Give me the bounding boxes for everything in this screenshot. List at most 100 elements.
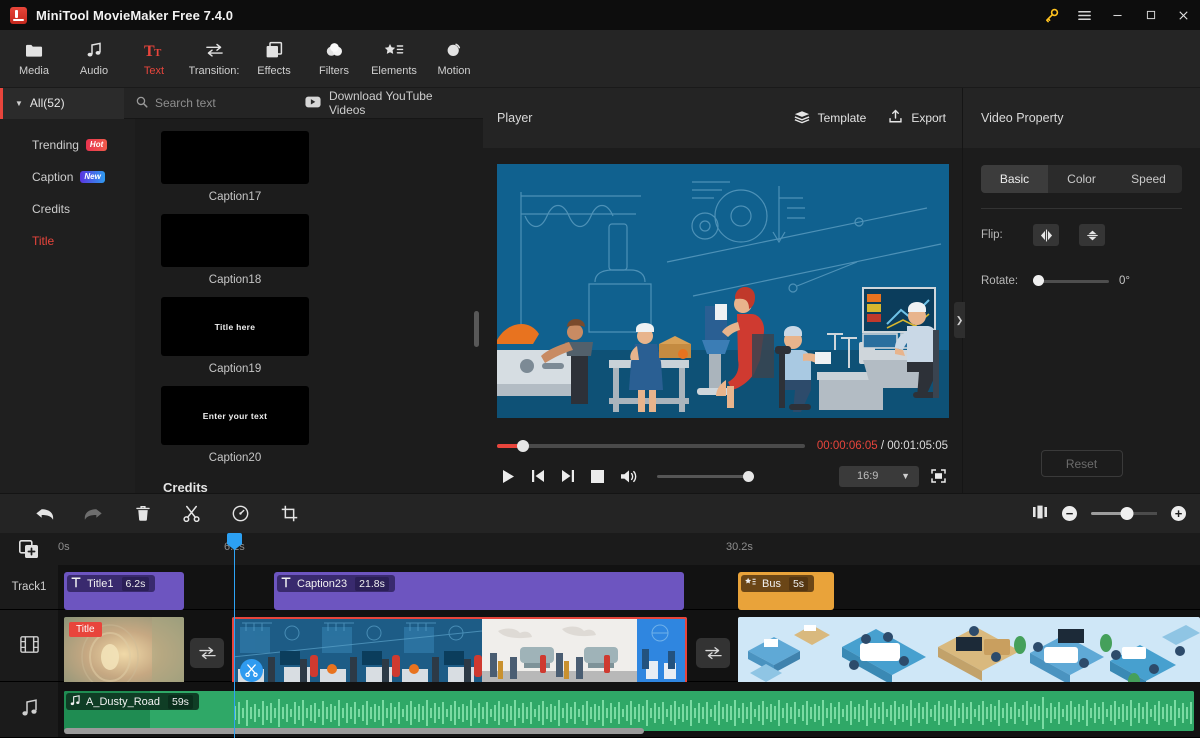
playback-progress-bar[interactable]	[497, 440, 805, 452]
timeline-clip-bus[interactable]: Bus 5s	[738, 572, 834, 610]
tab-motion-label: Motion	[437, 65, 471, 77]
track-row-text: Track1 Title1 6.2s Caption23 21.8s Bus 5…	[0, 565, 1200, 611]
video-preview[interactable]	[496, 163, 949, 418]
aspect-ratio-select-wrap: 16:9 ▼	[839, 465, 919, 487]
next-frame-button[interactable]	[561, 469, 575, 483]
template-card[interactable]: Caption18	[161, 214, 309, 286]
fullscreen-button[interactable]	[931, 469, 946, 483]
aspect-ratio-select[interactable]: 16:9	[839, 465, 919, 487]
library-scrollbar[interactable]	[474, 311, 479, 347]
search-box[interactable]	[124, 96, 305, 111]
delete-button[interactable]	[118, 494, 167, 534]
split-button[interactable]	[167, 494, 216, 534]
library-all-dropdown[interactable]: ▼ All(52)	[0, 87, 124, 119]
fit-timeline-icon[interactable]	[1032, 505, 1048, 522]
tab-color[interactable]: Color	[1048, 165, 1115, 193]
crop-button[interactable]	[265, 494, 314, 534]
download-youtube-button[interactable]: Download YouTube Videos	[305, 89, 483, 117]
template-button[interactable]: Template	[794, 110, 867, 127]
sidebar-item-credits[interactable]: Credits	[0, 193, 135, 225]
track-body-video[interactable]: Title	[58, 610, 1200, 692]
export-button[interactable]: Export	[888, 109, 946, 127]
template-thumbnail: Enter your text	[161, 386, 309, 445]
stop-button[interactable]	[591, 469, 604, 483]
property-panel-body: Basic Color Speed Flip: Rotate: 0°	[963, 148, 1200, 450]
minimize-icon[interactable]	[1101, 0, 1134, 30]
volume-slider[interactable]	[657, 470, 754, 482]
template-thumbnail	[161, 131, 309, 184]
player-header: Player Template Export	[483, 88, 962, 148]
film-strip-icon	[19, 635, 39, 656]
speed-button[interactable]	[216, 494, 265, 534]
tab-speed[interactable]: Speed	[1115, 165, 1182, 193]
timeline-clip-title1[interactable]: Title1 6.2s	[64, 572, 184, 610]
rotate-knob[interactable]	[1033, 275, 1044, 286]
template-button-label: Template	[817, 111, 867, 125]
search-input[interactable]	[154, 96, 305, 110]
redo-button[interactable]	[69, 494, 118, 534]
track-row-video: Title	[0, 610, 1200, 692]
layers-stack-icon	[794, 110, 810, 127]
zoom-out-button[interactable]: −	[1062, 506, 1077, 521]
youtube-download-icon	[305, 96, 321, 111]
menu-icon[interactable]	[1068, 0, 1101, 30]
player-progress-area: 00:00:06:05 / 00:01:05:05 16:9 ▼	[483, 433, 962, 493]
zoom-in-button[interactable]: +	[1171, 506, 1186, 521]
add-media-button[interactable]	[0, 533, 58, 565]
tab-basic[interactable]: Basic	[981, 165, 1048, 193]
flip-horizontal-icon[interactable]	[1033, 224, 1059, 246]
sidebar-item-credits-label: Credits	[32, 202, 71, 216]
sidebar-item-caption[interactable]: Caption New	[0, 161, 135, 193]
timeline-clip-video-1[interactable]: Title	[64, 617, 184, 692]
clip-title: Caption23	[297, 577, 348, 590]
transition-button-2[interactable]	[696, 638, 730, 669]
maximize-icon[interactable]	[1134, 0, 1167, 30]
tab-text[interactable]: TT Text	[124, 33, 184, 85]
sidebar-item-title[interactable]: Title	[0, 225, 135, 257]
ruler-tick: 0s	[58, 541, 70, 553]
progress-knob[interactable]	[517, 440, 530, 452]
flip-vertical-icon[interactable]	[1079, 224, 1105, 246]
property-panel-title: Video Property	[963, 88, 1200, 148]
volume-knob[interactable]	[743, 470, 754, 482]
tab-audio[interactable]: Audio	[64, 33, 124, 85]
timeline-horizontal-scrollbar[interactable]	[64, 728, 644, 734]
tab-motion[interactable]: Motion	[424, 33, 484, 85]
sphere-icon	[445, 40, 463, 60]
track-body-text[interactable]: Title1 6.2s Caption23 21.8s Bus 5s	[58, 565, 1200, 610]
timeline-zoom-slider[interactable]	[1091, 507, 1157, 520]
tab-effects[interactable]: Effects	[244, 33, 304, 85]
play-button[interactable]	[501, 469, 515, 484]
close-icon[interactable]	[1167, 0, 1200, 30]
template-card[interactable]: Enter your text Caption20	[161, 386, 309, 464]
sidebar-item-trending[interactable]: Trending Hot	[0, 129, 135, 161]
volume-icon[interactable]	[620, 469, 637, 484]
tab-filters[interactable]: Filters	[304, 33, 364, 85]
transition-button-1[interactable]	[190, 638, 224, 669]
reset-button[interactable]: Reset	[1040, 450, 1123, 477]
playhead[interactable]	[227, 533, 242, 738]
export-upload-icon	[888, 109, 903, 127]
tab-media[interactable]: Media	[4, 33, 64, 85]
key-icon[interactable]	[1035, 0, 1068, 30]
player-stage	[483, 148, 962, 433]
zoom-knob[interactable]	[1120, 507, 1134, 520]
timeline-clip-caption23[interactable]: Caption23 21.8s	[274, 572, 684, 610]
template-card[interactable]: Title here Caption19	[161, 297, 309, 375]
rotate-slider[interactable]	[1033, 275, 1109, 286]
app-logo-icon	[10, 6, 27, 24]
library-body: Trending Hot Caption New Credits Title C…	[0, 119, 483, 493]
clip-title: Bus	[762, 577, 781, 590]
timeline-clip-video-3[interactable]	[738, 617, 1200, 692]
panel-collapse-handle[interactable]: ❯	[954, 302, 965, 338]
timeline-clip-video-2[interactable]	[232, 617, 687, 692]
property-divider	[981, 208, 1182, 209]
tab-elements[interactable]: Elements	[364, 33, 424, 85]
previous-frame-button[interactable]	[531, 469, 545, 483]
template-thumbnail	[161, 214, 309, 267]
template-label: Caption17	[208, 191, 262, 203]
ruler-tick: 30.2s	[726, 541, 753, 553]
tab-transition[interactable]: Transition:	[184, 33, 244, 85]
undo-button[interactable]	[20, 494, 69, 534]
template-card[interactable]: Caption17	[161, 131, 309, 203]
